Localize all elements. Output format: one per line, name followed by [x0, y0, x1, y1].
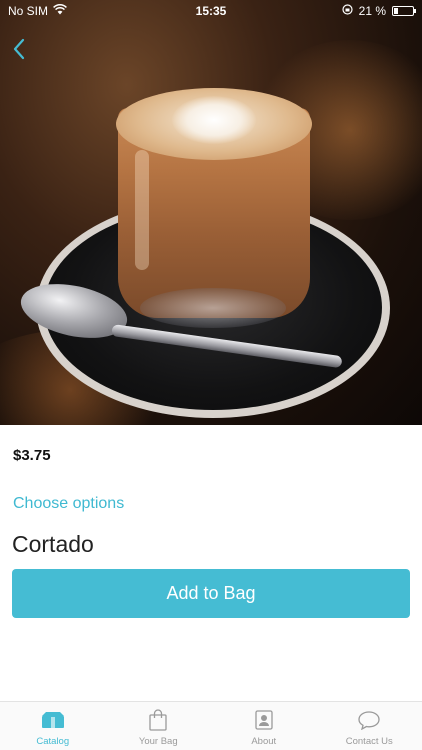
- product-name: Cortado: [12, 531, 94, 557]
- battery-icon: [392, 6, 416, 16]
- add-to-bag-button[interactable]: Add to Bag: [12, 569, 410, 618]
- tab-label: Your Bag: [138, 736, 178, 747]
- tab-catalog[interactable]: Catalog: [0, 702, 106, 750]
- catalog-icon: [41, 709, 65, 731]
- product-price: $3.75: [13, 447, 51, 464]
- tab-label: Catalog: [36, 736, 70, 747]
- tab-label: About: [251, 736, 277, 747]
- choose-options-link[interactable]: Choose options: [13, 495, 124, 513]
- glass-shine: [135, 150, 149, 270]
- rotation-lock-icon: [342, 4, 353, 18]
- carrier-label: No SIM: [8, 4, 49, 18]
- product-photo: [0, 0, 422, 425]
- battery-percent: 21 %: [358, 4, 386, 18]
- status-bar: No SIM 15:35 21 %: [0, 0, 422, 22]
- chevron-left-icon: [13, 38, 25, 60]
- tab-about[interactable]: About: [211, 702, 317, 750]
- back-button[interactable]: [4, 34, 34, 64]
- tab-bar: Catalog Your Bag About Contact Us: [0, 701, 422, 750]
- glass-base: [140, 288, 286, 328]
- tab-your-bag[interactable]: Your Bag: [106, 702, 212, 750]
- bag-icon: [146, 709, 170, 731]
- tab-label: Contact Us: [345, 736, 393, 747]
- clock: 15:35: [195, 4, 227, 18]
- latte-art: [172, 96, 256, 144]
- chat-icon: [357, 709, 381, 731]
- tab-contact-us[interactable]: Contact Us: [317, 702, 422, 750]
- about-icon: [252, 709, 276, 731]
- wifi-icon: [53, 4, 67, 18]
